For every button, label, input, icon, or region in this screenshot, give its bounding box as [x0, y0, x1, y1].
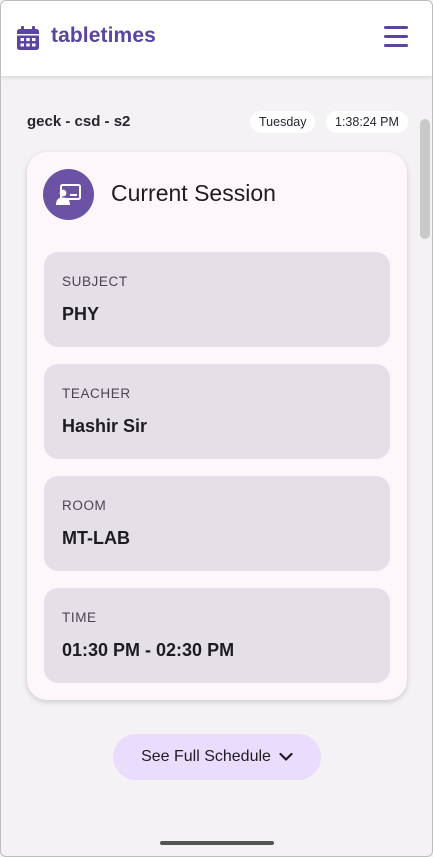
schedule-button-label: See Full Schedule [141, 748, 271, 765]
day-chip: Tuesday [250, 111, 316, 133]
app-name: tabletimes [51, 24, 156, 47]
scrollbar-thumb[interactable] [420, 119, 430, 239]
app-bar: tabletimes [1, 1, 432, 76]
calendar-icon [17, 26, 39, 50]
field-value: MT-LAB [62, 528, 130, 548]
field-label: TIME [62, 610, 97, 625]
field-value: 01:30 PM - 02:30 PM [62, 640, 235, 660]
chevron-down-icon [279, 752, 293, 761]
time-chip: 1:38:24 PM [326, 111, 408, 133]
class-name: geck - csd - s2 [27, 113, 131, 130]
field-value: Hashir Sir [62, 416, 148, 436]
field-label: TEACHER [62, 386, 131, 401]
see-full-schedule-button[interactable]: See Full Schedule [113, 734, 321, 780]
hamburger-menu-icon[interactable] [384, 26, 408, 48]
subject-field: SUBJECT PHY [44, 252, 390, 347]
app-screen: tabletimes geck - csd - s2 Tuesday 1:38:… [0, 0, 433, 857]
field-label: ROOM [62, 498, 107, 513]
room-field: ROOM MT-LAB [44, 476, 390, 571]
current-session-card: Current Session SUBJECT PHY TEACHER Hash… [27, 152, 407, 700]
presentation-teacher-icon [43, 169, 94, 220]
field-value: PHY [62, 304, 100, 324]
home-indicator[interactable] [160, 841, 274, 845]
field-label: SUBJECT [62, 274, 128, 289]
card-title: Current Session [111, 180, 276, 206]
time-field: TIME 01:30 PM - 02:30 PM [44, 588, 390, 683]
teacher-field: TEACHER Hashir Sir [44, 364, 390, 459]
